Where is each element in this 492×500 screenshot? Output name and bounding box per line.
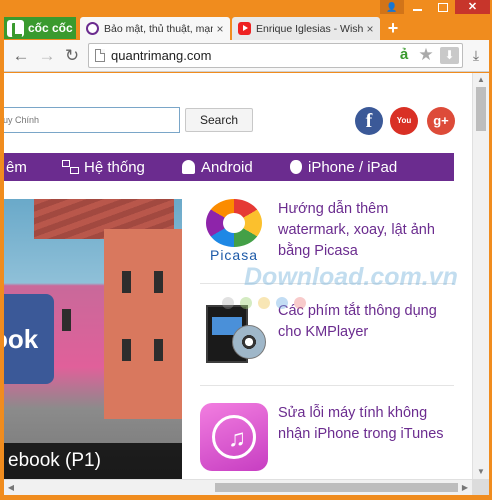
new-tab-button[interactable]: + (384, 19, 402, 37)
horizontal-scrollbar[interactable]: ◀ ▶ (4, 479, 472, 495)
featured-article-image[interactable]: ook ebook (P1) (4, 199, 182, 479)
hero-window (62, 309, 71, 331)
close-window-button[interactable]: ✕ (455, 0, 490, 14)
vietnamese-input-icon[interactable]: ả (396, 46, 412, 66)
brand-label: cốc cốc (28, 21, 73, 35)
hero-window (122, 339, 131, 361)
picasa-logo-text: Picasa (209, 247, 259, 263)
nav-item-he-thong[interactable]: Hệ thống (62, 153, 145, 181)
tab-youtube[interactable]: Enrique Iglesias - Wish I × (232, 17, 380, 40)
horizontal-scroll-thumb[interactable] (215, 483, 458, 492)
browser-toolbar: ← → ↻ quantrimang.com ả ★ ⬇ ⤓ (4, 40, 489, 72)
url-text[interactable]: quantrimang.com (111, 48, 211, 63)
tab-close-icon[interactable]: × (213, 22, 227, 36)
disc-icon (232, 325, 266, 359)
coccoc-logo-icon (7, 19, 24, 37)
nav-item-iphone-ipad[interactable]: iPhone / iPad (290, 153, 397, 181)
facebook-icon[interactable]: f (355, 107, 383, 135)
network-icon (62, 159, 79, 175)
scroll-down-icon[interactable]: ▼ (473, 465, 489, 479)
picasa-logo-icon (206, 199, 262, 247)
article-item[interactable]: Các phím tắt thông dụng cho KMPlayer (200, 301, 454, 371)
minimize-button[interactable] (405, 0, 430, 14)
tab-quantrimang[interactable]: Bảo mật, thủ thuật, mạng × (80, 17, 230, 40)
nav-item-label: êm (6, 158, 27, 176)
watermark-dot (276, 297, 288, 309)
youtube-favicon-icon (238, 22, 251, 35)
hero-window (122, 271, 131, 293)
maximize-button[interactable] (430, 0, 455, 14)
page-icon (95, 49, 105, 62)
page-viewport: Search f You Tube g+ êm Hệ thống Android… (4, 73, 472, 479)
reload-icon[interactable]: ↻ (61, 45, 83, 67)
scroll-up-icon[interactable]: ▲ (473, 73, 489, 87)
google-plus-icon[interactable]: g+ (427, 107, 455, 135)
tab-close-icon[interactable]: × (363, 22, 377, 36)
scroll-left-icon[interactable]: ◀ (4, 480, 18, 495)
tab-title: Enrique Iglesias - Wish I (256, 22, 363, 35)
vertical-scrollbar[interactable]: ▲ ▼ (472, 73, 489, 479)
scroll-right-icon[interactable]: ▶ (458, 480, 472, 495)
itunes-logo-icon: ♫ (212, 415, 256, 459)
back-arrow-icon[interactable]: ← (10, 45, 32, 67)
hero-window (154, 339, 163, 361)
article-item[interactable]: ♫ Sửa lỗi máy tính không nhận iPhone tro… (200, 403, 454, 473)
itunes-thumbnail[interactable]: ♫ (200, 403, 268, 471)
coccoc-logo-button[interactable]: cốc cốc (4, 17, 76, 39)
picasa-thumbnail[interactable]: Picasa (200, 199, 268, 267)
article-title-link[interactable]: Hướng dẫn thêm watermark, xoay, lật ảnh … (278, 199, 458, 262)
watermark-dot (240, 297, 252, 309)
nav-item-label: Android (201, 158, 253, 176)
media-download-icon[interactable]: ⬇ (440, 47, 459, 64)
nav-item-label: iPhone / iPad (308, 158, 398, 176)
hero-house (104, 229, 182, 419)
article-title-link[interactable]: Sửa lỗi máy tính không nhận iPhone trong… (278, 403, 458, 445)
nav-item-partial[interactable]: êm (6, 153, 27, 181)
article-item[interactable]: Picasa Hướng dẫn thêm watermark, xoay, l… (200, 199, 454, 269)
watermark-dots (222, 297, 306, 309)
watermark-dot (294, 297, 306, 309)
facebook-logo-sign: ook (4, 294, 54, 384)
search-button[interactable]: Search (185, 108, 253, 132)
nav-item-android[interactable]: Android (182, 153, 253, 181)
article-divider (200, 385, 454, 386)
apple-icon (290, 160, 302, 174)
search-input[interactable] (4, 107, 180, 133)
nav-item-label: Hệ thống (84, 158, 145, 176)
forward-arrow-icon[interactable]: → (36, 45, 58, 67)
quantrimang-favicon-icon (86, 22, 99, 35)
vertical-scroll-thumb[interactable] (476, 87, 486, 131)
watermark-dot (222, 297, 234, 309)
youtube-icon[interactable]: You Tube (390, 107, 418, 153)
watermark-dot (258, 297, 270, 309)
scrollbar-corner (472, 479, 489, 495)
browser-tabstrip: cốc cốc Bảo mật, thủ thuật, mạng × Enriq… (0, 0, 492, 40)
kmplayer-thumbnail[interactable] (200, 301, 268, 369)
bookmark-star-icon[interactable]: ★ (416, 45, 436, 65)
address-bar[interactable]: quantrimang.com ả ★ ⬇ (88, 43, 463, 68)
main-navigation: êm Hệ thống Android iPhone / iPad (4, 153, 454, 181)
hero-window (154, 271, 163, 293)
download-watermark: Download.com.vn (244, 263, 458, 291)
android-icon (182, 160, 195, 174)
featured-article-caption[interactable]: ebook (P1) (4, 443, 182, 479)
music-note-icon: ♫ (228, 425, 246, 452)
downloads-icon[interactable]: ⤓ (466, 45, 486, 65)
tab-title: Bảo mật, thủ thuật, mạng (104, 22, 213, 35)
user-profile-icon[interactable]: 👤 (380, 0, 404, 14)
